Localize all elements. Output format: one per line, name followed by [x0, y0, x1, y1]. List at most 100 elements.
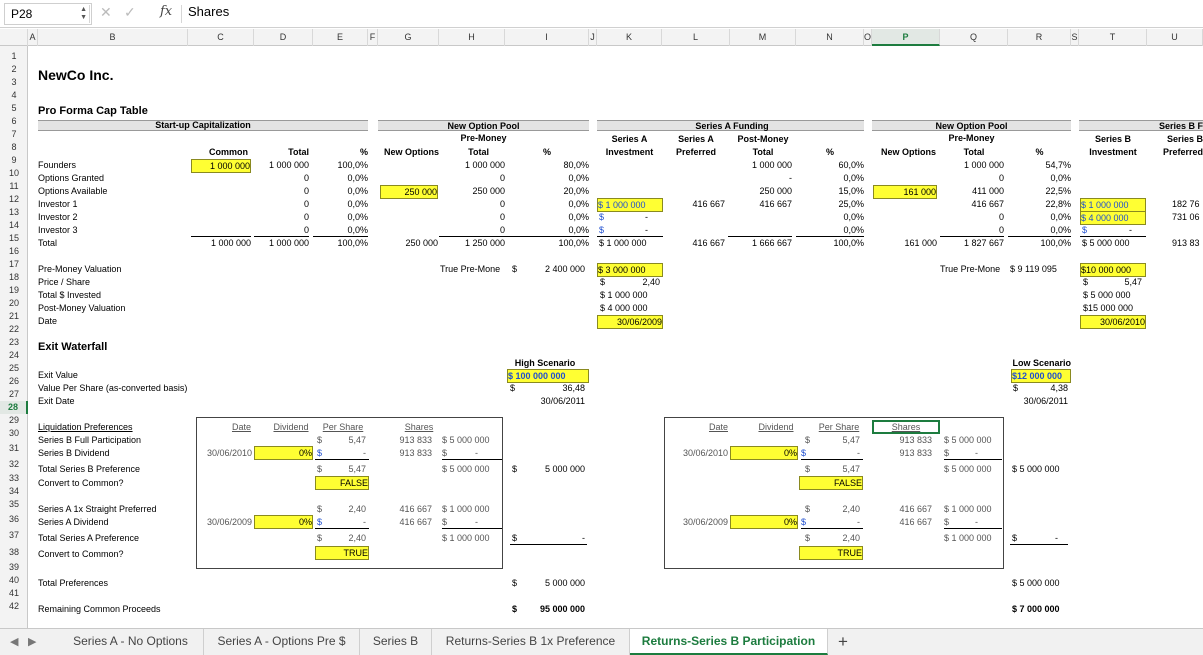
- cell[interactable]: 22,8%: [1008, 198, 1071, 210]
- cell[interactable]: 0,0%: [313, 172, 368, 184]
- column-header-c[interactable]: C: [188, 29, 254, 46]
- cell[interactable]: $ 5 000 000: [944, 463, 992, 475]
- cell[interactable]: 0,0%: [796, 224, 864, 236]
- sa-convert-cell-2[interactable]: TRUE: [799, 546, 863, 560]
- cell[interactable]: $: [805, 463, 810, 475]
- column-header-k[interactable]: K: [597, 29, 662, 46]
- cell[interactable]: $ 1 000 000: [944, 532, 992, 544]
- cell[interactable]: 4,38: [1018, 382, 1068, 394]
- cell[interactable]: 250 000: [728, 185, 792, 197]
- cell[interactable]: 416 667: [890, 503, 932, 515]
- cell[interactable]: 1 250 000: [439, 237, 505, 249]
- row-header-cell[interactable]: 27: [0, 388, 28, 401]
- cell[interactable]: 2,40: [818, 532, 860, 544]
- row-header-cell[interactable]: 41: [0, 587, 28, 600]
- column-header-p[interactable]: P: [872, 29, 940, 46]
- cell[interactable]: 5,47: [1094, 276, 1142, 288]
- cell[interactable]: $ 5 000 000: [1082, 237, 1148, 249]
- row-header-cell[interactable]: 42: [0, 600, 28, 613]
- row-header-cell[interactable]: 33: [0, 472, 28, 485]
- cell[interactable]: 250 000: [380, 237, 438, 249]
- cell[interactable]: $ 1 000 000: [599, 237, 665, 249]
- cell[interactable]: 30/06/2010: [196, 447, 252, 459]
- row-header-cell[interactable]: 9: [0, 154, 28, 167]
- cell[interactable]: $: [801, 447, 806, 459]
- cell[interactable]: $: [442, 447, 447, 459]
- cell[interactable]: 913 83: [1172, 237, 1200, 249]
- sa-pre-money-input[interactable]: $ 3 000 000: [597, 263, 663, 277]
- row-header-cell[interactable]: 18: [0, 271, 28, 284]
- cell[interactable]: $: [512, 603, 517, 615]
- cell[interactable]: $: [801, 516, 806, 528]
- cell[interactable]: $: [1082, 224, 1092, 236]
- cell[interactable]: 5 000 000: [533, 577, 585, 589]
- cell[interactable]: 416 667: [728, 198, 792, 210]
- cell[interactable]: 0: [439, 211, 505, 223]
- cell[interactable]: -: [840, 516, 860, 528]
- options-available-input-2[interactable]: 161 000: [873, 185, 937, 199]
- cell[interactable]: 2,40: [612, 276, 660, 288]
- column-header-t[interactable]: T: [1079, 29, 1147, 46]
- cell[interactable]: 0,0%: [1008, 172, 1071, 184]
- row-header-cell[interactable]: 32: [0, 456, 28, 472]
- cell[interactable]: 5,47: [328, 434, 366, 446]
- cell[interactable]: 913 833: [890, 447, 932, 459]
- cell[interactable]: $: [600, 276, 605, 288]
- cell[interactable]: $: [1012, 532, 1017, 544]
- cell[interactable]: 0: [940, 211, 1004, 223]
- cell[interactable]: $: [317, 516, 322, 528]
- cell[interactable]: 1 000 000: [191, 237, 251, 249]
- row-header-cell[interactable]: 40: [0, 574, 28, 587]
- row-header-cell[interactable]: 30: [0, 427, 28, 440]
- sa-date-input[interactable]: 30/06/2009: [597, 315, 663, 329]
- row-header-cell[interactable]: 24: [0, 349, 28, 362]
- cell[interactable]: 54,7%: [1008, 159, 1071, 171]
- cell[interactable]: 5 000 000: [533, 463, 585, 475]
- name-box[interactable]: P28 ▲ ▼: [4, 3, 92, 25]
- cell[interactable]: 0,0%: [796, 172, 864, 184]
- cell[interactable]: 0: [254, 185, 309, 197]
- cell[interactable]: 416 667: [662, 237, 725, 249]
- cell[interactable]: 100,0%: [505, 237, 589, 249]
- row-header-cell[interactable]: 22: [0, 323, 28, 336]
- row-header-cell[interactable]: 1: [0, 50, 28, 63]
- cell[interactable]: $: [599, 211, 609, 223]
- cell[interactable]: -: [728, 172, 792, 184]
- row-header-cell[interactable]: 31: [0, 440, 28, 456]
- cell[interactable]: $ 5 000 000: [1012, 577, 1060, 589]
- cell[interactable]: 100,0%: [313, 159, 368, 171]
- cell[interactable]: $ 5 000 000: [1083, 289, 1131, 301]
- cell[interactable]: 0,0%: [313, 198, 368, 210]
- cell[interactable]: $: [317, 434, 322, 446]
- cell[interactable]: $ 1 000 000: [944, 503, 992, 515]
- tab-returns-series-b-1x[interactable]: Returns-Series B 1x Preference: [432, 629, 630, 655]
- column-header-e[interactable]: E: [313, 29, 368, 46]
- sa-dividend-input[interactable]: 0%: [254, 515, 313, 529]
- cell[interactable]: 913 833: [390, 447, 432, 459]
- row-header-cell[interactable]: 10: [0, 167, 28, 180]
- sb-dividend-input[interactable]: 0%: [254, 446, 313, 460]
- cell[interactable]: $: [944, 516, 949, 528]
- cell[interactable]: $: [317, 463, 322, 475]
- cell[interactable]: 15,0%: [796, 185, 864, 197]
- row-header-cell[interactable]: 26: [0, 375, 28, 388]
- cell[interactable]: $: [805, 503, 810, 515]
- cell[interactable]: 60,0%: [796, 159, 864, 171]
- cell[interactable]: 36,48: [533, 382, 585, 394]
- row-header-cell[interactable]: 13: [0, 206, 28, 219]
- cell[interactable]: 22,5%: [1008, 185, 1071, 197]
- cell[interactable]: 1 000 000: [439, 159, 505, 171]
- cell[interactable]: $: [510, 382, 515, 394]
- cell[interactable]: 416 667: [390, 503, 432, 515]
- cell[interactable]: 0,0%: [313, 211, 368, 223]
- column-header-d[interactable]: D: [254, 29, 313, 46]
- row-header-cell[interactable]: 12: [0, 193, 28, 206]
- sb-investor-2-input[interactable]: $ 4 000 000: [1080, 211, 1146, 225]
- column-header-l[interactable]: L: [662, 29, 730, 46]
- sb-date-input[interactable]: 30/06/2010: [1080, 315, 1146, 329]
- column-header-u[interactable]: U: [1147, 29, 1203, 46]
- column-header-f[interactable]: F: [368, 29, 378, 46]
- cell[interactable]: -: [346, 516, 366, 528]
- cell[interactable]: -: [458, 447, 478, 459]
- sb-dividend-input-2[interactable]: 0%: [730, 446, 798, 460]
